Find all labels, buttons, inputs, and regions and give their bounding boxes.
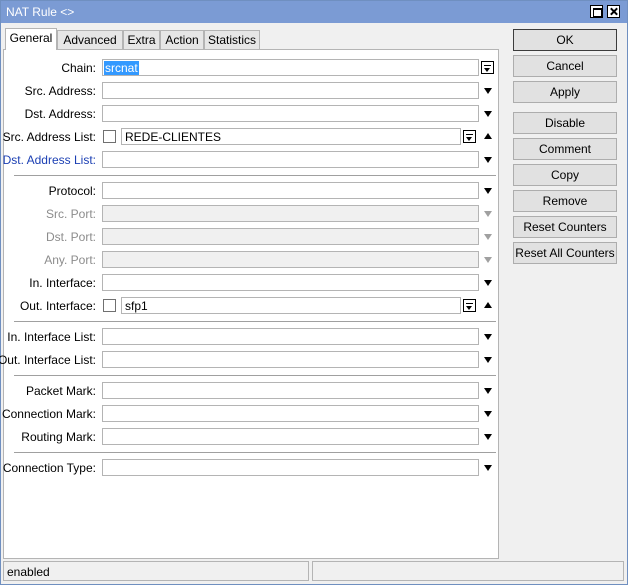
- apply-button[interactable]: Apply: [513, 81, 617, 103]
- close-icon[interactable]: [607, 5, 620, 18]
- packet-mark-expand-icon[interactable]: [484, 388, 492, 394]
- comment-button[interactable]: Comment: [513, 138, 617, 160]
- status-text: enabled: [7, 565, 50, 579]
- routing-mark-expand-icon[interactable]: [484, 434, 492, 440]
- dst-address-list-label[interactable]: Dst. Address List:: [3, 153, 96, 167]
- src-port-field: [102, 205, 479, 222]
- dst-address-expand-icon[interactable]: [484, 111, 492, 117]
- cancel-button[interactable]: Cancel: [513, 55, 617, 77]
- tab-statistics[interactable]: Statistics: [204, 30, 260, 49]
- connection-type-label: Connection Type:: [2, 461, 96, 475]
- src-address-expand-icon[interactable]: [484, 88, 492, 94]
- divider: [14, 321, 496, 322]
- out-interface-list-field[interactable]: [102, 351, 479, 368]
- chain-field[interactable]: srcnat: [102, 59, 479, 76]
- dst-address-list-expand-icon[interactable]: [484, 157, 492, 163]
- copy-button[interactable]: Copy: [513, 164, 617, 186]
- status-bar-secondary: [312, 561, 624, 581]
- dst-address-list-field[interactable]: [102, 151, 479, 168]
- out-interface-list-expand-icon[interactable]: [484, 357, 492, 363]
- connection-mark-expand-icon[interactable]: [484, 411, 492, 417]
- connection-type-field[interactable]: [102, 459, 479, 476]
- in-interface-field[interactable]: [102, 274, 479, 291]
- dst-address-label: Dst. Address:: [24, 107, 96, 121]
- dst-address-field[interactable]: [102, 105, 479, 122]
- src-address-list-field[interactable]: REDE-CLIENTES: [121, 128, 461, 145]
- out-interface-list-label: Out. Interface List:: [0, 353, 96, 367]
- in-interface-label: In. Interface:: [29, 276, 96, 290]
- reset-counters-button[interactable]: Reset Counters: [513, 216, 617, 238]
- in-interface-list-label: In. Interface List:: [7, 330, 96, 344]
- nat-rule-window: NAT Rule <> General Advanced Extra Actio…: [0, 0, 628, 585]
- divider: [14, 452, 496, 453]
- in-interface-list-field[interactable]: [102, 328, 479, 345]
- src-address-field[interactable]: [102, 82, 479, 99]
- src-address-list-collapse-icon[interactable]: [484, 133, 492, 139]
- title-bar[interactable]: NAT Rule <>: [1, 1, 627, 23]
- divider: [14, 175, 496, 176]
- src-address-list-dropdown-icon[interactable]: [463, 130, 476, 143]
- any-port-label: Any. Port:: [44, 253, 96, 267]
- protocol-expand-icon[interactable]: [484, 188, 492, 194]
- src-port-expand-icon: [484, 211, 492, 217]
- src-address-list-label: Src. Address List:: [2, 130, 96, 144]
- remove-button[interactable]: Remove: [513, 190, 617, 212]
- protocol-field[interactable]: [102, 182, 479, 199]
- out-interface-negate-checkbox[interactable]: [103, 299, 116, 312]
- src-address-label: Src. Address:: [24, 84, 96, 98]
- in-interface-expand-icon[interactable]: [484, 280, 492, 286]
- dst-port-field: [102, 228, 479, 245]
- src-address-list-value: REDE-CLIENTES: [125, 130, 222, 144]
- out-interface-field[interactable]: sfp1: [121, 297, 461, 314]
- tab-extra[interactable]: Extra: [123, 30, 160, 49]
- tab-advanced[interactable]: Advanced: [57, 30, 123, 49]
- out-interface-value: sfp1: [125, 299, 148, 313]
- in-interface-list-expand-icon[interactable]: [484, 334, 492, 340]
- connection-mark-label: Connection Mark:: [1, 407, 96, 421]
- chain-dropdown-icon[interactable]: [481, 61, 494, 74]
- protocol-label: Protocol:: [48, 184, 96, 198]
- src-port-label: Src. Port:: [45, 207, 96, 221]
- maximize-icon[interactable]: [590, 5, 603, 18]
- out-interface-label: Out. Interface:: [19, 299, 96, 313]
- out-interface-dropdown-icon[interactable]: [463, 299, 476, 312]
- packet-mark-field[interactable]: [102, 382, 479, 399]
- out-interface-collapse-icon[interactable]: [484, 302, 492, 308]
- general-panel: Chain: srcnat Src. Address: Dst. Address…: [0, 49, 499, 559]
- packet-mark-label: Packet Mark:: [25, 384, 96, 398]
- chain-label: Chain:: [61, 61, 96, 75]
- tab-general[interactable]: General: [5, 28, 57, 50]
- connection-type-expand-icon[interactable]: [484, 465, 492, 471]
- dst-port-expand-icon: [484, 234, 492, 240]
- chain-value: srcnat: [104, 61, 139, 75]
- ok-button[interactable]: OK: [513, 29, 617, 51]
- status-bar: enabled: [3, 561, 309, 581]
- dst-port-label: Dst. Port:: [45, 230, 96, 244]
- connection-mark-field[interactable]: [102, 405, 479, 422]
- routing-mark-field[interactable]: [102, 428, 479, 445]
- any-port-expand-icon: [484, 257, 492, 263]
- window-title: NAT Rule <>: [6, 5, 75, 19]
- any-port-field: [102, 251, 479, 268]
- disable-button[interactable]: Disable: [513, 112, 617, 134]
- reset-all-counters-button[interactable]: Reset All Counters: [513, 242, 617, 264]
- src-address-list-negate-checkbox[interactable]: [103, 130, 116, 143]
- routing-mark-label: Routing Mark:: [21, 430, 96, 444]
- tab-action[interactable]: Action: [160, 30, 204, 49]
- divider: [14, 375, 496, 376]
